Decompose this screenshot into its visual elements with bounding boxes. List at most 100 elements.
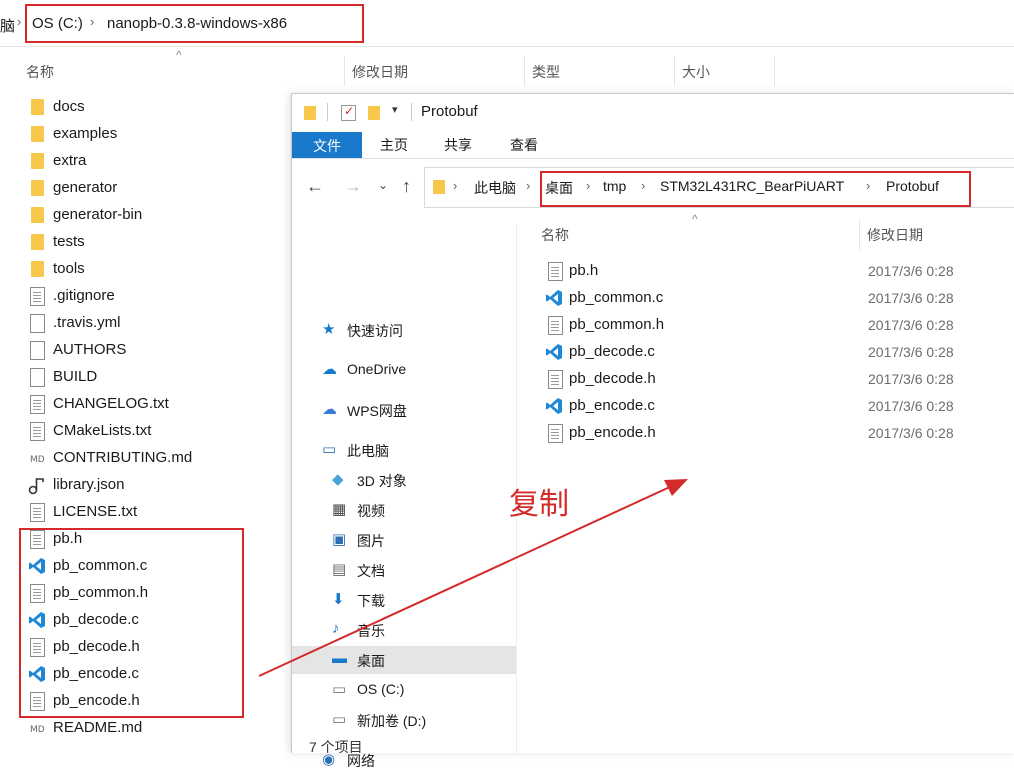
- file-name: pb_encode.h: [569, 424, 656, 441]
- file-name: pb_encode.c: [569, 397, 655, 414]
- list-item[interactable]: BUILD: [22, 364, 322, 391]
- markdown-file-icon: MD: [28, 449, 46, 468]
- file-date: 2017/3/6 0:28: [868, 344, 954, 360]
- window-title: Protobuf: [421, 103, 478, 120]
- nav-item[interactable]: ▭ 新加卷 (D:): [292, 706, 516, 734]
- column-modified[interactable]: 修改日期: [867, 225, 923, 245]
- nav-item[interactable]: ★ 快速访问: [292, 316, 516, 344]
- file-row[interactable]: pb_encode.h 2017/3/6 0:28: [540, 420, 1010, 447]
- tab-view[interactable]: 查看: [510, 135, 538, 155]
- video-icon: ▦: [332, 501, 347, 518]
- breadcrumb-prefix[interactable]: 脑: [0, 15, 15, 36]
- list-item[interactable]: generator: [22, 175, 322, 202]
- forward-arrow-icon[interactable]: →: [344, 176, 362, 197]
- list-item[interactable]: docs: [22, 94, 322, 121]
- list-item[interactable]: extra: [22, 148, 322, 175]
- file-name: pb_decode.h: [569, 370, 656, 387]
- properties-icon[interactable]: ✓: [341, 104, 356, 121]
- column-divider: [774, 56, 775, 86]
- file-row[interactable]: pb_decode.c 2017/3/6 0:28: [540, 339, 1010, 366]
- column-size[interactable]: 大小: [682, 62, 710, 82]
- nav-item[interactable]: ☁ OneDrive: [292, 356, 516, 384]
- nav-item[interactable]: ▣ 图片: [292, 526, 516, 554]
- nav-item[interactable]: ▬ 桌面: [292, 646, 516, 674]
- list-item[interactable]: library.json: [22, 472, 322, 499]
- nav-item[interactable]: ▦ 视频: [292, 496, 516, 524]
- file-name: LICENSE.txt: [53, 503, 138, 520]
- file-name: pb_common.c: [569, 289, 664, 306]
- back-address-bar[interactable]: 脑 › OS (C:) › nanopb-0.3.8-windows-x86: [0, 0, 1014, 47]
- file-row[interactable]: pb_decode.h 2017/3/6 0:28: [540, 366, 1010, 393]
- file-date: 2017/3/6 0:28: [868, 425, 954, 441]
- folder-icon: [31, 126, 44, 142]
- source-files-highlight-box: [19, 528, 244, 718]
- list-item[interactable]: .gitignore: [22, 283, 322, 310]
- file-date: 2017/3/6 0:28: [868, 317, 954, 333]
- file-row[interactable]: pb_encode.c 2017/3/6 0:28: [540, 393, 1010, 420]
- file-row[interactable]: pb.h 2017/3/6 0:28: [540, 258, 1010, 285]
- status-item-count: 7 个项目: [309, 739, 363, 755]
- tab-share[interactable]: 共享: [444, 135, 472, 155]
- markdown-file-icon: MD: [28, 719, 46, 738]
- folder-icon: [31, 153, 44, 169]
- file-row[interactable]: pb_common.c 2017/3/6 0:28: [540, 285, 1010, 312]
- list-item[interactable]: MD CONTRIBUTING.md: [22, 445, 322, 472]
- nav-item-label: 桌面: [357, 653, 385, 669]
- file-name: CHANGELOG.txt: [53, 395, 169, 412]
- nav-item[interactable]: ◆ 3D 对象: [292, 466, 516, 494]
- tab-file[interactable]: 文件: [292, 132, 362, 158]
- ribbon-border: [292, 158, 1014, 159]
- column-modified[interactable]: 修改日期: [352, 62, 408, 82]
- back-arrow-icon[interactable]: ←: [306, 176, 324, 197]
- file-name: generator: [53, 179, 118, 196]
- address-bar[interactable]: › 此电脑 › 桌面 › tmp › STM32L431RC_BearPiUAR…: [424, 167, 1014, 208]
- address-this-pc[interactable]: 此电脑: [474, 178, 516, 198]
- list-item[interactable]: tools: [22, 256, 322, 283]
- file-row[interactable]: pb_common.h 2017/3/6 0:28: [540, 312, 1010, 339]
- dropdown-arrow-icon[interactable]: ▾: [392, 103, 398, 116]
- nav-item[interactable]: ☁ WPS网盘: [292, 396, 516, 424]
- nav-item-label: 视频: [357, 503, 385, 519]
- chevron-right-icon: ›: [526, 178, 531, 193]
- nav-item-label: OneDrive: [347, 361, 407, 377]
- list-item[interactable]: CMakeLists.txt: [22, 418, 322, 445]
- file-name: CMakeLists.txt: [53, 422, 152, 439]
- text-file-icon: [548, 316, 563, 335]
- up-arrow-icon[interactable]: ↑: [402, 176, 411, 197]
- new-folder-icon[interactable]: [368, 106, 380, 120]
- list-item[interactable]: examples: [22, 121, 322, 148]
- nav-item[interactable]: ⬇ 下载: [292, 586, 516, 614]
- blank-file-icon: [30, 314, 45, 333]
- nav-item[interactable]: ♪ 音乐: [292, 616, 516, 644]
- music-icon: ♪: [332, 620, 340, 637]
- list-item[interactable]: generator-bin: [22, 202, 322, 229]
- list-item[interactable]: AUTHORS: [22, 337, 322, 364]
- divider: [411, 103, 412, 121]
- blank-file-icon: [30, 341, 45, 360]
- tab-home[interactable]: 主页: [380, 135, 408, 155]
- file-name: pb_common.h: [569, 316, 665, 333]
- picture-icon: ▣: [332, 531, 347, 548]
- column-type[interactable]: 类型: [532, 62, 560, 82]
- list-item[interactable]: .travis.yml: [22, 310, 322, 337]
- column-name[interactable]: 名称: [26, 62, 54, 82]
- list-item[interactable]: LICENSE.txt: [22, 499, 322, 526]
- folder-icon: [31, 99, 44, 115]
- file-name: pb.h: [569, 262, 599, 279]
- list-item[interactable]: MD README.md: [22, 715, 322, 742]
- nav-item[interactable]: ▭ 此电脑: [292, 436, 516, 464]
- sort-up-icon: ^: [176, 48, 182, 62]
- nav-item-label: 文档: [357, 563, 385, 579]
- recent-dropdown-icon[interactable]: ⌄: [378, 178, 388, 192]
- text-file-icon: [548, 262, 563, 281]
- nav-item[interactable]: ▤ 文档: [292, 556, 516, 584]
- column-divider: [859, 220, 860, 250]
- list-item[interactable]: CHANGELOG.txt: [22, 391, 322, 418]
- nav-item[interactable]: ▭ OS (C:): [292, 676, 516, 704]
- column-name[interactable]: 名称: [541, 225, 569, 245]
- blank-file-icon: [30, 368, 45, 387]
- file-name: CONTRIBUTING.md: [53, 449, 193, 466]
- file-name: library.json: [53, 476, 125, 493]
- vscode-icon: [545, 289, 563, 308]
- list-item[interactable]: tests: [22, 229, 322, 256]
